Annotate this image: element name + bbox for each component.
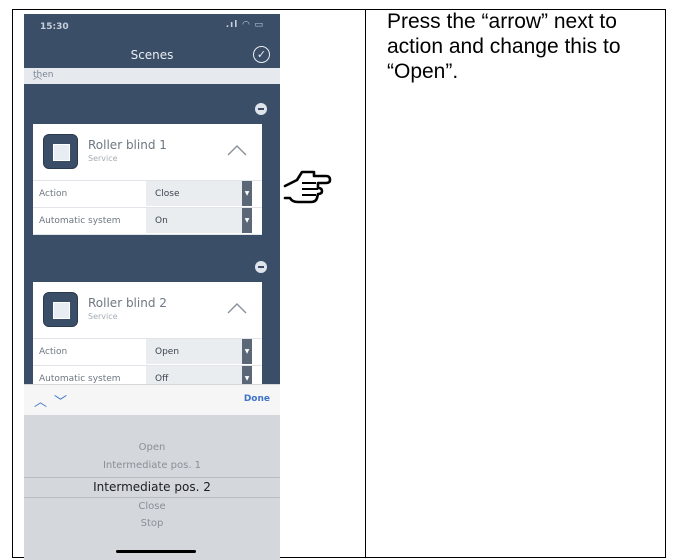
picker-option[interactable]: Stop [24, 518, 280, 529]
card-header[interactable]: Roller blind 2 Service [33, 282, 262, 339]
dropdown-arrow-icon[interactable]: ▼ [242, 208, 252, 233]
picker-selection-line [24, 497, 280, 498]
picker-toolbar: ︿ ﹀ Done [24, 384, 280, 415]
chevron-up-icon[interactable] [226, 298, 248, 318]
minus-circle-icon[interactable] [255, 103, 267, 115]
action-value: Close [155, 189, 180, 199]
home-indicator [116, 550, 196, 553]
picker-option[interactable]: Open [24, 442, 280, 453]
action-select[interactable]: Close ▼ [146, 181, 252, 206]
action-label: Action [39, 347, 68, 357]
device-subtitle: Service [88, 312, 118, 321]
picker-option[interactable]: Close [24, 501, 280, 512]
signal-wifi-battery-icons: .ıl ◠ ▭ [225, 20, 264, 30]
chevron-up-icon[interactable]: ︿ [33, 69, 264, 82]
chevron-up-icon[interactable]: ︿ [34, 391, 47, 410]
picker-option[interactable]: Intermediate pos. 1 [24, 460, 280, 471]
device-subtitle: Service [88, 154, 118, 163]
device-name: Roller blind 2 [88, 296, 167, 310]
action-value: Open [155, 347, 180, 357]
chevron-down-icon[interactable]: ﹀ [54, 391, 67, 410]
action-label: Action [39, 189, 68, 199]
chevron-up-icon[interactable] [226, 140, 248, 160]
page-title: Scenes [130, 48, 174, 62]
roller-blind-icon [43, 134, 78, 169]
check-circle-icon[interactable]: ✓ [253, 46, 270, 63]
automatic-system-select[interactable]: On ▼ [146, 208, 252, 233]
automatic-system-row: Automatic system On ▼ [33, 208, 262, 235]
action-select[interactable]: Open ▼ [146, 339, 252, 364]
action-row: Action Open ▼ [33, 339, 262, 366]
option-picker-wheel[interactable]: Open Intermediate pos. 1 Intermediate po… [24, 415, 280, 560]
done-button[interactable]: Done [244, 394, 270, 404]
then-section-header[interactable]: then ︿ [24, 68, 280, 84]
nav-bar: Scenes ✓ [24, 40, 280, 68]
scene-card-roller-blind-1: Roller blind 1 Service Action Close ▼ Au… [33, 124, 262, 235]
automatic-system-value: Off [155, 374, 169, 384]
picker-option-selected[interactable]: Intermediate pos. 2 [24, 480, 280, 494]
roller-blind-icon [43, 292, 78, 327]
phone-screenshot: 15:30 .ıl ◠ ▭ Scenes ✓ then ︿ Roller bli… [24, 14, 280, 560]
automatic-system-label: Automatic system [39, 374, 121, 384]
minus-circle-icon[interactable] [255, 261, 267, 273]
card-header[interactable]: Roller blind 1 Service [33, 124, 262, 181]
automatic-system-value: On [155, 216, 168, 226]
scene-card-roller-blind-2: Roller blind 2 Service Action Open ▼ Aut… [33, 282, 262, 393]
device-name: Roller blind 1 [88, 138, 167, 152]
status-bar: 15:30 .ıl ◠ ▭ [24, 14, 280, 40]
dropdown-arrow-icon[interactable]: ▼ [242, 181, 252, 206]
column-divider [365, 9, 366, 558]
action-row: Action Close ▼ [33, 181, 262, 208]
instruction-text: Press the “arrow” next to action and cha… [387, 10, 621, 83]
dropdown-arrow-icon[interactable]: ▼ [242, 339, 252, 364]
pointing-hand-icon [283, 170, 332, 204]
status-time: 15:30 [40, 22, 69, 32]
automatic-system-label: Automatic system [39, 216, 121, 226]
picker-selection-line [24, 477, 280, 478]
